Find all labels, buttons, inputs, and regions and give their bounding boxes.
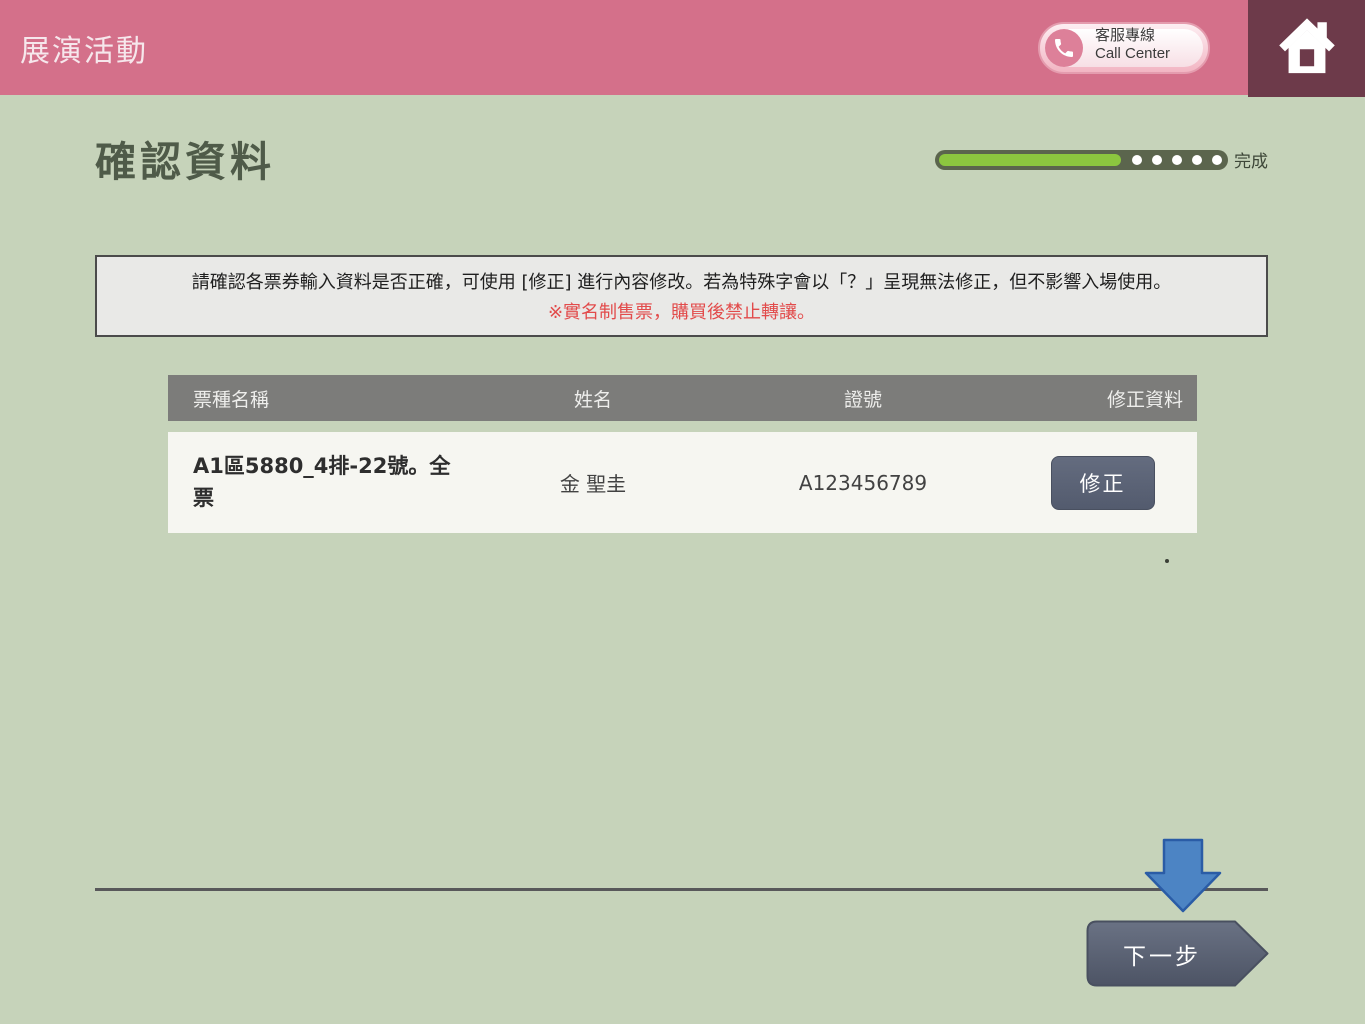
progress-complete-label: 完成	[1234, 147, 1268, 172]
progress-track	[935, 150, 1228, 170]
call-center-label-en: Call Center	[1095, 45, 1170, 62]
progress-dot	[1152, 155, 1162, 165]
header-bar: 展演活動 客服專線 Call Center	[0, 0, 1365, 95]
header-id-number: 證號	[718, 385, 1008, 412]
header-ticket-type: 票種名稱	[168, 385, 468, 412]
ticket-table: 票種名稱 姓名 證號 修正資料 A1區5880_4排-22號。全票 金 聖圭 A…	[168, 375, 1197, 533]
cell-id-number: A123456789	[718, 471, 1008, 495]
notice-box: 請確認各票券輸入資料是否正確，可使用 [修正] 進行內容修改。若為特殊字會以「？…	[95, 255, 1268, 337]
table-row: A1區5880_4排-22號。全票 金 聖圭 A123456789 修正	[168, 432, 1197, 533]
phone-icon	[1045, 29, 1083, 67]
progress-dots	[1132, 155, 1222, 165]
cell-ticket-type: A1區5880_4排-22號。全票	[193, 451, 455, 514]
progress-dot	[1132, 155, 1142, 165]
stray-dot-artifact	[1165, 559, 1169, 563]
home-button[interactable]	[1248, 0, 1365, 97]
call-center-button[interactable]: 客服專線 Call Center	[1038, 22, 1210, 74]
progress-dot	[1212, 155, 1222, 165]
home-icon	[1274, 14, 1340, 83]
footer-divider	[95, 888, 1268, 891]
app-title: 展演活動	[20, 0, 148, 95]
cell-name: 金 聖圭	[468, 468, 718, 497]
next-step-label: 下一步	[1086, 920, 1238, 987]
progress-dot	[1192, 155, 1202, 165]
header-name: 姓名	[468, 385, 718, 412]
notice-warning-text: ※實名制售票，購買後禁止轉讓。	[548, 298, 815, 324]
edit-button[interactable]: 修正	[1051, 456, 1155, 510]
progress-indicator: 完成	[935, 147, 1268, 172]
next-step-button[interactable]: 下一步	[1086, 920, 1269, 987]
header-edit-data: 修正資料	[1008, 385, 1197, 412]
call-center-label: 客服專線 Call Center	[1095, 27, 1170, 63]
progress-dot	[1172, 155, 1182, 165]
progress-fill	[939, 154, 1121, 166]
page-title: 確認資料	[95, 128, 275, 188]
call-center-label-zh: 客服專線	[1095, 27, 1155, 44]
notice-text: 請確認各票券輸入資料是否正確，可使用 [修正] 進行內容修改。若為特殊字會以「？…	[192, 268, 1171, 294]
down-arrow-icon	[1144, 838, 1222, 918]
table-header-row: 票種名稱 姓名 證號 修正資料	[168, 375, 1197, 421]
